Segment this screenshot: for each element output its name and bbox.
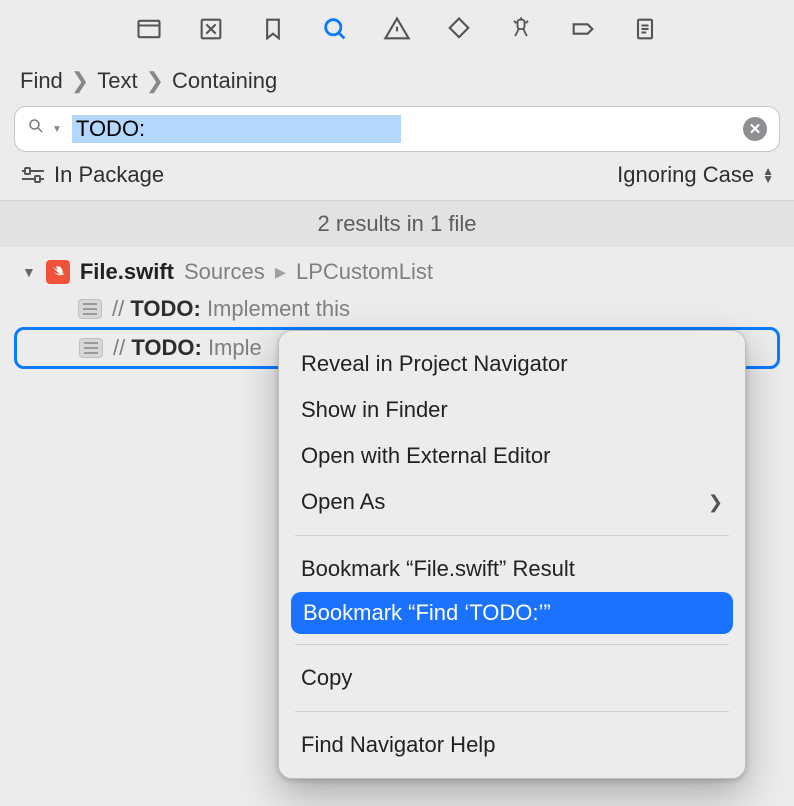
breakpoint-navigator-icon[interactable]	[568, 14, 598, 44]
menu-show-in-finder[interactable]: Show in Finder	[279, 387, 745, 433]
chevron-right-icon: ❯	[146, 68, 164, 94]
file-name: File.swift	[80, 259, 174, 285]
search-scope-row: In Package Ignoring Case ▲▼	[0, 158, 794, 200]
file-path: Sources ▸ LPCustomList	[184, 259, 433, 285]
test-navigator-icon[interactable]	[444, 14, 474, 44]
path-sep-icon: ▸	[275, 259, 286, 284]
nav-tab-bar	[0, 0, 794, 58]
issue-navigator-icon[interactable]	[382, 14, 412, 44]
result-file-row[interactable]: ▼ File.swift Sources ▸ LPCustomList	[0, 253, 794, 291]
menu-reveal-in-navigator[interactable]: Reveal in Project Navigator	[279, 341, 745, 387]
find-navigator-icon[interactable]	[320, 14, 350, 44]
menu-copy[interactable]: Copy	[279, 655, 745, 701]
snippet-icon	[78, 299, 102, 319]
clear-search-icon[interactable]: ✕	[743, 117, 767, 141]
chevron-right-icon: ❯	[71, 68, 89, 94]
menu-bookmark-result[interactable]: Bookmark “File.swift” Result	[279, 546, 745, 592]
scope-label[interactable]: In Package	[54, 162, 164, 188]
menu-open-external[interactable]: Open with External Editor	[279, 433, 745, 479]
bc-text: Text	[97, 68, 137, 94]
bookmark-icon[interactable]	[258, 14, 288, 44]
search-query-text[interactable]: TODO:	[72, 115, 402, 143]
swift-file-icon	[46, 260, 70, 284]
scope-settings-icon[interactable]	[20, 165, 46, 185]
report-navigator-icon[interactable]	[630, 14, 660, 44]
menu-bookmark-find[interactable]: Bookmark “Find ‘TODO:’”	[291, 592, 733, 634]
menu-help[interactable]: Find Navigator Help	[279, 722, 745, 768]
find-mode-breadcrumb[interactable]: Find ❯ Text ❯ Containing	[0, 58, 794, 100]
case-toggle[interactable]: Ignoring Case ▲▼	[617, 162, 774, 188]
code-snippet: // TODO: Implement this	[112, 296, 350, 322]
chevron-right-icon: ❯	[708, 492, 723, 513]
menu-separator	[295, 644, 729, 645]
debug-navigator-icon[interactable]	[506, 14, 536, 44]
menu-separator	[295, 711, 729, 712]
context-menu: Reveal in Project Navigator Show in Find…	[278, 330, 746, 779]
result-line[interactable]: // TODO: Implement this	[0, 291, 794, 327]
search-field[interactable]: ▼ TODO: ✕	[14, 106, 780, 152]
bc-containing: Containing	[172, 68, 277, 94]
updown-icon: ▲▼	[762, 167, 774, 183]
menu-open-as[interactable]: Open As ❯	[279, 479, 745, 525]
search-icon[interactable]	[27, 117, 45, 141]
results-count-banner: 2 results in 1 file	[0, 200, 794, 247]
disclosure-triangle-icon[interactable]: ▼	[22, 264, 36, 280]
project-navigator-icon[interactable]	[134, 14, 164, 44]
menu-separator	[295, 535, 729, 536]
code-snippet: // TODO: Imple	[113, 335, 262, 361]
chevron-down-icon[interactable]: ▼	[52, 124, 62, 135]
snippet-icon	[79, 338, 103, 358]
bc-find: Find	[20, 68, 63, 94]
source-control-icon[interactable]	[196, 14, 226, 44]
